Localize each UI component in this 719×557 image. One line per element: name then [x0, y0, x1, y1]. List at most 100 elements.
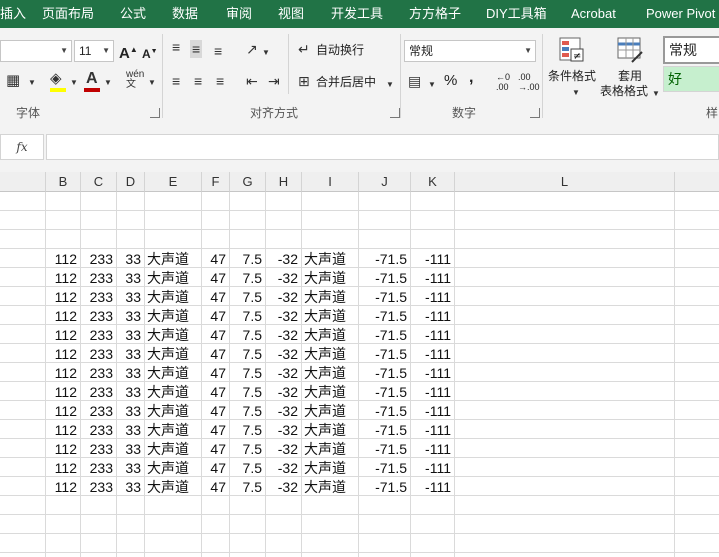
cell-c[interactable]: 233 — [81, 268, 116, 287]
align-top-icon[interactable]: ≡ — [172, 38, 180, 56]
cell-f[interactable]: 47 — [202, 477, 229, 496]
cell-k[interactable]: -111 — [411, 325, 454, 344]
align-left-icon[interactable]: ≡ — [172, 72, 180, 90]
cell-i[interactable]: 大声道 — [302, 439, 358, 458]
cell-h[interactable]: -32 — [266, 458, 301, 477]
column-header-i[interactable]: I — [302, 172, 359, 192]
cell-b[interactable]: 112 — [46, 287, 80, 306]
cell-d[interactable]: 33 — [117, 382, 144, 401]
cell-f[interactable]: 47 — [202, 287, 229, 306]
tab-review[interactable]: 审阅 — [226, 0, 252, 28]
cell-i[interactable]: 大声道 — [302, 420, 358, 439]
cell-k[interactable]: -111 — [411, 306, 454, 325]
cell-g[interactable]: 7.5 — [230, 401, 265, 420]
cell-d[interactable]: 33 — [117, 249, 144, 268]
alignment-dialog-launcher[interactable] — [390, 108, 400, 118]
chevron-down-icon[interactable]: ▼ — [28, 74, 36, 92]
tab-formulas[interactable]: 公式 — [120, 0, 146, 28]
cell-f[interactable]: 47 — [202, 325, 229, 344]
cell-d[interactable]: 33 — [117, 420, 144, 439]
cell-e[interactable]: 大声道 — [145, 287, 201, 306]
cell-b[interactable]: 112 — [46, 306, 80, 325]
cell-j[interactable]: -71.5 — [359, 363, 410, 382]
tab-data[interactable]: 数据 — [172, 0, 198, 28]
cell-e[interactable]: 大声道 — [145, 306, 201, 325]
cell-h[interactable]: -32 — [266, 363, 301, 382]
cell-c[interactable]: 233 — [81, 439, 116, 458]
cell-d[interactable]: 33 — [117, 477, 144, 496]
cell-j[interactable]: -71.5 — [359, 249, 410, 268]
worksheet-grid[interactable]: 112 233 33 大声道 47 7.5 -32 大声道 -71.5 -111 112 233 33 大… — [0, 192, 719, 557]
cell-f[interactable]: 47 — [202, 306, 229, 325]
tab-fangfang[interactable]: 方方格子 — [409, 0, 461, 28]
tab-power-pivot[interactable]: Power Pivot — [646, 0, 715, 28]
style-normal[interactable]: 常规 — [663, 36, 719, 64]
tab-view[interactable]: 视图 — [278, 0, 304, 28]
cell-g[interactable]: 7.5 — [230, 458, 265, 477]
cell-c[interactable]: 233 — [81, 458, 116, 477]
cell-i[interactable]: 大声道 — [302, 344, 358, 363]
cell-f[interactable]: 47 — [202, 458, 229, 477]
cell-e[interactable]: 大声道 — [145, 439, 201, 458]
column-header-d[interactable]: D — [117, 172, 145, 192]
cell-d[interactable]: 33 — [117, 306, 144, 325]
cell-k[interactable]: -111 — [411, 382, 454, 401]
cell-h[interactable]: -32 — [266, 249, 301, 268]
grow-font-button[interactable]: A▲ — [119, 42, 138, 62]
cell-c[interactable]: 233 — [81, 344, 116, 363]
cell-j[interactable]: -71.5 — [359, 287, 410, 306]
cell-f[interactable]: 47 — [202, 344, 229, 363]
decrease-decimal-button[interactable]: .00 →.00 — [518, 72, 540, 92]
cell-k[interactable]: -111 — [411, 268, 454, 287]
cell-d[interactable]: 33 — [117, 363, 144, 382]
column-header-g[interactable]: G — [230, 172, 266, 192]
cell-j[interactable]: -71.5 — [359, 382, 410, 401]
conditional-format-icon[interactable]: ≠ — [558, 36, 586, 64]
cell-c[interactable]: 233 — [81, 420, 116, 439]
number-format-combo[interactable]: 常规 ▼ — [404, 40, 536, 62]
chevron-down-icon[interactable]: ▼ — [428, 76, 436, 94]
cell-f[interactable]: 47 — [202, 268, 229, 287]
number-dialog-launcher[interactable] — [530, 108, 540, 118]
cell-d[interactable]: 33 — [117, 439, 144, 458]
cell-g[interactable]: 7.5 — [230, 268, 265, 287]
fill-color-icon[interactable]: ◈ — [50, 70, 62, 88]
cell-b[interactable]: 112 — [46, 382, 80, 401]
cell-c[interactable]: 233 — [81, 382, 116, 401]
wrap-text-button[interactable]: 自动换行 — [316, 42, 364, 58]
chevron-down-icon[interactable]: ▼ — [652, 85, 660, 103]
cell-c[interactable]: 233 — [81, 401, 116, 420]
chevron-down-icon[interactable]: ▼ — [148, 74, 156, 92]
column-header-l[interactable]: L — [455, 172, 675, 192]
cell-b[interactable]: 112 — [46, 439, 80, 458]
cell-h[interactable]: -32 — [266, 306, 301, 325]
column-header-m[interactable] — [675, 172, 719, 192]
font-color-icon[interactable]: A — [86, 70, 98, 88]
font-name-combo[interactable]: ▼ — [0, 40, 72, 62]
chevron-down-icon[interactable]: ▼ — [262, 44, 270, 62]
align-right-icon[interactable]: ≡ — [216, 72, 224, 90]
cell-f[interactable]: 47 — [202, 420, 229, 439]
chevron-down-icon[interactable]: ▼ — [386, 76, 394, 94]
cell-d[interactable]: 33 — [117, 325, 144, 344]
corner-header[interactable] — [0, 172, 46, 192]
cell-f[interactable]: 47 — [202, 401, 229, 420]
chevron-down-icon[interactable]: ▼ — [104, 74, 112, 92]
cell-g[interactable]: 7.5 — [230, 420, 265, 439]
cell-b[interactable]: 112 — [46, 344, 80, 363]
cell-j[interactable]: -71.5 — [359, 420, 410, 439]
cell-d[interactable]: 33 — [117, 401, 144, 420]
cell-b[interactable]: 112 — [46, 363, 80, 382]
cell-j[interactable]: -71.5 — [359, 458, 410, 477]
align-middle-icon[interactable]: ≡ — [190, 40, 203, 58]
chevron-down-icon[interactable]: ▼ — [70, 74, 78, 92]
shrink-font-button[interactable]: A▼ — [142, 44, 158, 62]
cell-j[interactable]: -71.5 — [359, 306, 410, 325]
cell-k[interactable]: -111 — [411, 420, 454, 439]
align-bottom-icon[interactable]: ≡ — [214, 42, 222, 60]
cell-i[interactable]: 大声道 — [302, 306, 358, 325]
cell-h[interactable]: -32 — [266, 420, 301, 439]
format-as-table-icon[interactable] — [616, 36, 644, 64]
cell-k[interactable]: -111 — [411, 477, 454, 496]
cell-h[interactable]: -32 — [266, 287, 301, 306]
